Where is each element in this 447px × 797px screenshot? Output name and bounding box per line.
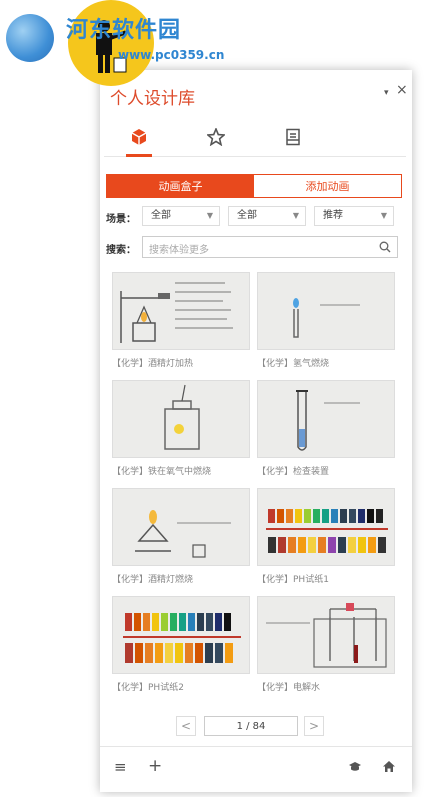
chevron-down-icon: ▼: [380, 211, 387, 220]
animation-caption: 【化学】氢气燃烧: [257, 359, 330, 369]
chevron-down-icon: ▼: [206, 211, 213, 220]
hydrogen-burning-illustration: [293, 298, 360, 338]
prev-page-button[interactable]: <: [176, 716, 196, 736]
add-icon[interactable]: +: [148, 756, 162, 776]
sort-dropdown[interactable]: 推荐 ▼: [314, 206, 394, 226]
cube-icon: [131, 129, 147, 145]
animation-caption: 【化学】PH试纸2: [112, 683, 184, 693]
graduation-cap-icon[interactable]: [348, 761, 362, 773]
watermark-site-name: 河东软件园: [66, 17, 182, 43]
watermark-url: www.pc0359.cn: [118, 48, 225, 62]
animation-thumbnail[interactable]: [112, 272, 250, 350]
next-page-button[interactable]: >: [304, 716, 324, 736]
animation-thumbnail[interactable]: [257, 596, 395, 674]
animation-caption: 【化学】检查装置: [257, 467, 330, 477]
chevron-down-icon: ▼: [292, 211, 299, 220]
page-number-input[interactable]: 1 / 84: [204, 716, 298, 736]
scene-dropdown-1[interactable]: 全部 ▼: [142, 206, 220, 226]
animation-caption: 【化学】酒精灯加热: [112, 359, 194, 369]
footer-divider: [100, 746, 412, 747]
animation-card[interactable]: 【化学】酒精灯燃烧: [112, 488, 250, 585]
tab-favorites[interactable]: [201, 124, 231, 150]
star-icon: [207, 128, 225, 146]
search-icon[interactable]: [379, 241, 391, 253]
watermark: 河东软件园 www.pc0359.cn: [0, 0, 240, 90]
home-icon[interactable]: [382, 760, 396, 773]
search-placeholder: 搜索体验更多: [149, 245, 209, 256]
panel-menu-dropdown-icon[interactable]: ▾: [384, 88, 389, 98]
segment-animation-box[interactable]: 动画盒子: [107, 175, 254, 197]
scene-label: 场景：: [106, 214, 136, 225]
animation-thumbnail[interactable]: [257, 380, 395, 458]
animation-caption: 【化学】铁在氧气中燃烧: [112, 467, 212, 477]
dropdown-value: 推荐: [323, 210, 343, 221]
active-tab-indicator: [126, 154, 152, 157]
animation-card[interactable]: 【化学】氢气燃烧: [257, 272, 395, 369]
animation-card[interactable]: 【化学】酒精灯加热: [112, 272, 250, 369]
tab-cube[interactable]: [124, 124, 154, 150]
document-icon: [286, 128, 300, 146]
animation-card[interactable]: 【化学】PH试纸1: [257, 488, 395, 585]
iron-in-oxygen-illustration: [164, 384, 200, 450]
search-label: 搜索：: [106, 245, 136, 256]
animation-caption: 【化学】酒精灯燃烧: [112, 575, 194, 585]
animation-card[interactable]: 【化学】检查装置: [257, 380, 395, 477]
segment-add-animation[interactable]: 添加动画: [254, 175, 401, 197]
animation-thumbnail[interactable]: [112, 596, 250, 674]
animation-thumbnail[interactable]: [112, 488, 250, 566]
alcohol-lamp-heating-illustration: [120, 282, 233, 343]
close-icon[interactable]: ×: [396, 82, 408, 98]
design-library-panel: 个人设计库 ▾ × 动画盒子 添加动画 场景： 全部 ▼ 全部 ▼ 推荐 ▼ 搜…: [100, 70, 412, 792]
animation-caption: 【化学】电解水: [257, 683, 321, 693]
electrolysis-illustration: [266, 603, 387, 668]
search-input[interactable]: 搜索体验更多: [142, 236, 398, 258]
tab-document[interactable]: [278, 124, 308, 150]
animation-card[interactable]: 【化学】电解水: [257, 596, 395, 693]
test-tube-illustration: [296, 390, 360, 451]
dropdown-value: 全部: [237, 210, 257, 221]
ph-strip-1-illustration: [266, 509, 388, 553]
alcohol-lamp-burning-illustration: [135, 510, 231, 558]
animation-thumbnail[interactable]: [257, 272, 395, 350]
globe-logo-icon: [6, 14, 54, 62]
animation-caption: 【化学】PH试纸1: [257, 575, 329, 585]
animation-card[interactable]: 【化学】PH试纸2: [112, 596, 250, 693]
segmented-control: 动画盒子 添加动画: [106, 174, 402, 198]
ph-strip-2-illustration: [123, 613, 241, 663]
scene-dropdown-2[interactable]: 全部 ▼: [228, 206, 306, 226]
dropdown-value: 全部: [151, 210, 171, 221]
animation-card[interactable]: 【化学】铁在氧气中燃烧: [112, 380, 250, 477]
menu-icon[interactable]: ≡: [114, 758, 127, 776]
animation-thumbnail[interactable]: [257, 488, 395, 566]
animation-thumbnail[interactable]: [112, 380, 250, 458]
